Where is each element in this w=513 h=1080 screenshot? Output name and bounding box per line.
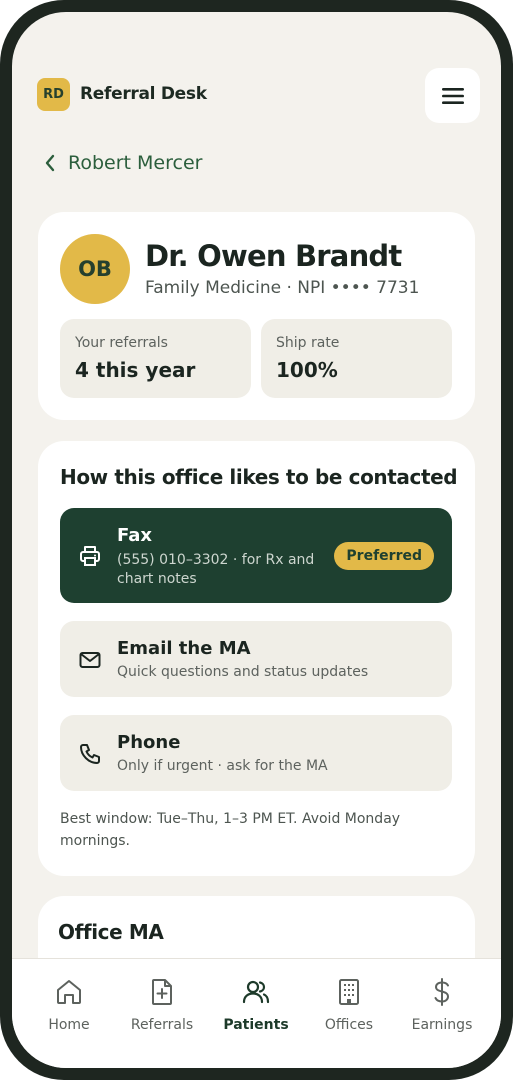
method-title: Fax (117, 525, 152, 546)
method-description: (555) 010–3302 · for Rx and chart notes (117, 552, 315, 587)
dollar-icon (434, 978, 450, 1006)
app-screen: RD Referral Desk Robert Mercer OB Dr. Ow… (12, 12, 501, 1068)
provider-name: Dr. Owen Brandt (145, 239, 402, 273)
building-icon (339, 979, 359, 1005)
home-icon (57, 980, 81, 1004)
back-link[interactable]: Robert Mercer (44, 152, 202, 174)
method-title: Email the MA (117, 638, 251, 659)
method-description: Quick questions and status updates (117, 664, 369, 680)
file-plus-icon (152, 979, 172, 1005)
nav-item-patients[interactable]: Patients (211, 977, 301, 1033)
stat-your-referrals: Your referrals 4 this year (60, 319, 251, 398)
hamburger-menu-icon (441, 87, 464, 104)
provider-specialty-npi: Family Medicine · NPI •••• 7731 (145, 278, 420, 298)
method-description: Only if urgent · ask for the MA (117, 758, 328, 774)
phone-icon (80, 744, 100, 764)
contact-preferences-card: How this office likes to be contacted Fa… (38, 441, 475, 876)
app-name: Referral Desk (80, 84, 207, 104)
chevron-left-icon (45, 154, 55, 172)
nav-item-earnings[interactable]: Earnings (397, 977, 487, 1033)
avatar: OB (60, 234, 130, 304)
nav-item-offices[interactable]: Offices (304, 977, 394, 1033)
nav-label: Earnings (411, 1017, 473, 1033)
method-title: Phone (117, 732, 181, 753)
nav-label: Referrals (130, 1017, 194, 1033)
users-icon (242, 980, 270, 1004)
device-frame: RD Referral Desk Robert Mercer OB Dr. Ow… (0, 0, 513, 1080)
nav-item-referrals[interactable]: Referrals (117, 977, 207, 1033)
preferred-badge: Preferred (334, 542, 434, 570)
back-label: Robert Mercer (68, 152, 203, 174)
provider-profile-card: OB Dr. Owen Brandt Family Medicine · NPI… (38, 212, 475, 420)
contact-method-phone[interactable]: Phone Only if urgent · ask for the MA (60, 715, 452, 791)
nav-label: Home (48, 1017, 90, 1033)
stat-label: Ship rate (276, 335, 340, 351)
section-title: How this office likes to be contacted (60, 465, 458, 489)
nav-item-home[interactable]: Home (24, 977, 114, 1033)
stat-value: 4 this year (75, 358, 196, 382)
app-header: RD Referral Desk (37, 68, 480, 124)
bottom-navigation: Home Referrals Patients Offices Earnings (12, 958, 501, 1068)
stat-value: 100% (276, 358, 338, 382)
mail-icon (79, 652, 101, 668)
printer-icon (80, 546, 100, 566)
contact-method-email[interactable]: Email the MA Quick questions and status … (60, 621, 452, 697)
stat-label: Your referrals (75, 335, 168, 351)
app-logo: RD (37, 78, 70, 111)
contact-method-fax[interactable]: Fax (555) 010–3302 · for Rx and chart no… (60, 508, 452, 603)
nav-label: Patients (223, 1017, 289, 1033)
section-title: Office MA (58, 920, 164, 944)
nav-label: Offices (324, 1017, 374, 1033)
stat-ship-rate: Ship rate 100% (261, 319, 452, 398)
menu-button[interactable] (425, 68, 480, 123)
best-window-note: Best window: Tue–Thu, 1–3 PM ET. Avoid M… (60, 811, 401, 849)
